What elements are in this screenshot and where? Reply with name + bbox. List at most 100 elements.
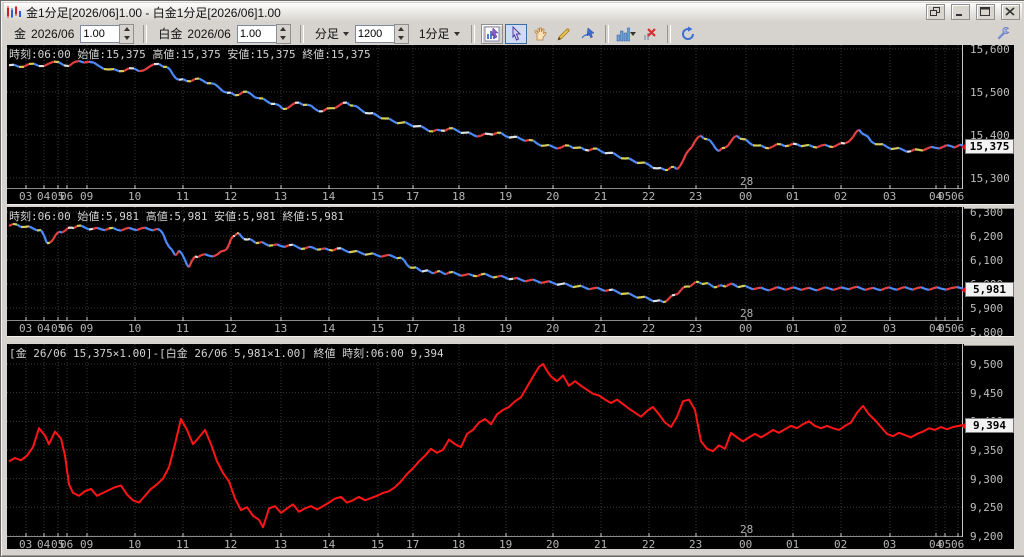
callout-arrow-button[interactable] — [577, 24, 599, 44]
gold-multiplier-input[interactable] — [80, 25, 119, 43]
y-tick-label: 6,100 — [970, 254, 1003, 267]
spread-time-axis: 0304050609101112131415171819202122230001… — [7, 537, 967, 549]
x-tick-label: 14 — [322, 538, 335, 549]
close-button[interactable] — [1001, 4, 1020, 20]
chart-pointer-button[interactable] — [481, 24, 503, 44]
app-icon — [6, 5, 22, 19]
x-tick-label: 04 — [37, 190, 50, 203]
x-tick-label: 17 — [406, 190, 419, 203]
x-tick-label: 20 — [546, 190, 559, 203]
x-tick-label: 00 — [739, 538, 752, 549]
y-tick-label: 15,600 — [970, 45, 1010, 56]
x-tick-label: 01 — [786, 538, 799, 549]
titlebar[interactable]: 金1分足[2026/06]1.00 - 白金1分足[2026/06]1.00 — [4, 3, 1022, 21]
x-tick-label: 23 — [689, 322, 702, 335]
x-tick-label: 10 — [128, 538, 141, 549]
x-tick-label: 10 — [128, 190, 141, 203]
refresh-button[interactable] — [677, 24, 699, 44]
spread-price-axis: 9,5009,4509,4009,3509,3009,2509,200 — [968, 344, 1014, 549]
y-tick-label: 9,250 — [970, 501, 1003, 514]
x-tick-label: 19 — [499, 190, 512, 203]
y-tick-label: 9,500 — [970, 358, 1003, 371]
x-tick-label: 21 — [594, 190, 607, 203]
gold-price-axis: 15,60015,50015,40015,300 — [968, 45, 1014, 204]
select-arrow-button[interactable] — [505, 24, 527, 44]
clear-indicators-button[interactable] — [639, 24, 661, 44]
bar-chart-button[interactable] — [615, 24, 637, 44]
x-tick-label: 17 — [406, 322, 419, 335]
x-tick-label: 05 — [938, 322, 951, 335]
callout-arrow-icon — [580, 26, 596, 42]
y-tick-label: 9,200 — [970, 530, 1003, 543]
x-tick-label: 09 — [80, 538, 93, 549]
chevron-down-icon — [630, 32, 636, 36]
x-tick-label: 00 — [739, 322, 752, 335]
x-tick-label: 20 — [546, 538, 559, 549]
x-tick-label: 12 — [224, 538, 237, 549]
platinum-label: 白金 — [158, 25, 182, 42]
toolbar-separator — [605, 25, 609, 43]
x-tick-label: 02 — [834, 190, 847, 203]
toolbar-separator — [300, 25, 304, 43]
gold-label: 金 — [14, 25, 26, 42]
x-tick-label: 22 — [642, 322, 655, 335]
x-tick-label: 03 — [883, 538, 896, 549]
platinum-price-axis: 6,3006,2006,1006,0005,9005,800 — [968, 207, 1014, 336]
maximize-button[interactable] — [976, 4, 995, 20]
pan-hand-button[interactable] — [529, 24, 551, 44]
x-tick-label: 10 — [128, 322, 141, 335]
x-tick-label: 03 — [883, 190, 896, 203]
x-tick-label: 00 — [739, 190, 752, 203]
toolbar-separator — [143, 25, 147, 43]
y-tick-label: 5,800 — [970, 326, 1003, 336]
bar-count-field — [355, 24, 409, 44]
x-tick-label: 17 — [406, 538, 419, 549]
x-tick-label: 05 — [938, 538, 951, 549]
platinum-chart-header: 時刻:06:00 始値:5,981 高値:5,981 安値:5,981 終値:5… — [9, 208, 344, 224]
select-arrow-icon — [508, 26, 524, 42]
bar-count-input[interactable] — [355, 25, 394, 43]
x-tick-label: 03 — [19, 190, 32, 203]
wrench-icon[interactable] — [996, 24, 1012, 43]
x-tick-label: 06 — [60, 190, 73, 203]
restore-button[interactable] — [926, 4, 945, 20]
clear-indicators-icon — [642, 26, 658, 42]
gold-candlestick-chart[interactable]: 28 — [7, 45, 964, 189]
x-tick-label: 18 — [452, 538, 465, 549]
spread-last-price-badge: 9,394 — [965, 418, 1014, 433]
x-tick-label: 06 — [951, 538, 964, 549]
platinum-multiplier-spinner[interactable] — [276, 24, 291, 44]
x-tick-label: 03 — [19, 322, 32, 335]
interval-dropdown[interactable]: 1分足 — [419, 25, 460, 42]
bar-type-value: 分足 — [315, 25, 339, 42]
minimize-button[interactable] — [951, 4, 970, 20]
x-tick-label: 04 — [37, 322, 50, 335]
x-tick-label: 06 — [60, 322, 73, 335]
x-tick-label: 11 — [176, 322, 189, 335]
y-tick-label: 15,500 — [970, 86, 1010, 99]
app-window: 金1分足[2026/06]1.00 - 白金1分足[2026/06]1.00 金… — [0, 0, 1024, 557]
bar-type-dropdown[interactable]: 分足 — [315, 25, 349, 42]
chart-area: 28 時刻:06:00 始値:15,375 高値:15,375 安値:15,37… — [7, 45, 1014, 549]
platinum-time-axis: 0304050609101112131415171819202122230001… — [7, 321, 967, 336]
x-tick-label: 04 — [37, 538, 50, 549]
platinum-multiplier-input[interactable] — [237, 25, 276, 43]
gold-multiplier-spinner[interactable] — [119, 24, 134, 44]
platinum-candlestick-chart[interactable]: 28 — [7, 207, 964, 321]
spread-chart-header: [金 26/06 15,375×1.00]-[白金 26/06 5,981×1.… — [9, 345, 444, 361]
platinum-contract-select[interactable]: 2026/06 — [187, 27, 230, 41]
bar-count-spinner[interactable] — [394, 24, 409, 44]
pencil-button[interactable] — [553, 24, 575, 44]
toolbar-separator — [471, 25, 475, 43]
x-tick-label: 12 — [224, 322, 237, 335]
x-tick-label: 21 — [594, 538, 607, 549]
spread-line-chart[interactable]: 28 — [7, 344, 964, 537]
window-title: 金1分足[2026/06]1.00 - 白金1分足[2026/06]1.00 — [26, 4, 920, 21]
x-tick-label: 19 — [499, 538, 512, 549]
x-tick-label: 22 — [642, 190, 655, 203]
gold-contract-select[interactable]: 2026/06 — [31, 27, 74, 41]
platinum-chart-panel: 28 時刻:06:00 始値:5,981 高値:5,981 安値:5,981 終… — [7, 207, 1014, 336]
x-tick-label: 03 — [883, 322, 896, 335]
x-tick-label: 11 — [176, 538, 189, 549]
bar-chart-icon — [616, 26, 630, 42]
